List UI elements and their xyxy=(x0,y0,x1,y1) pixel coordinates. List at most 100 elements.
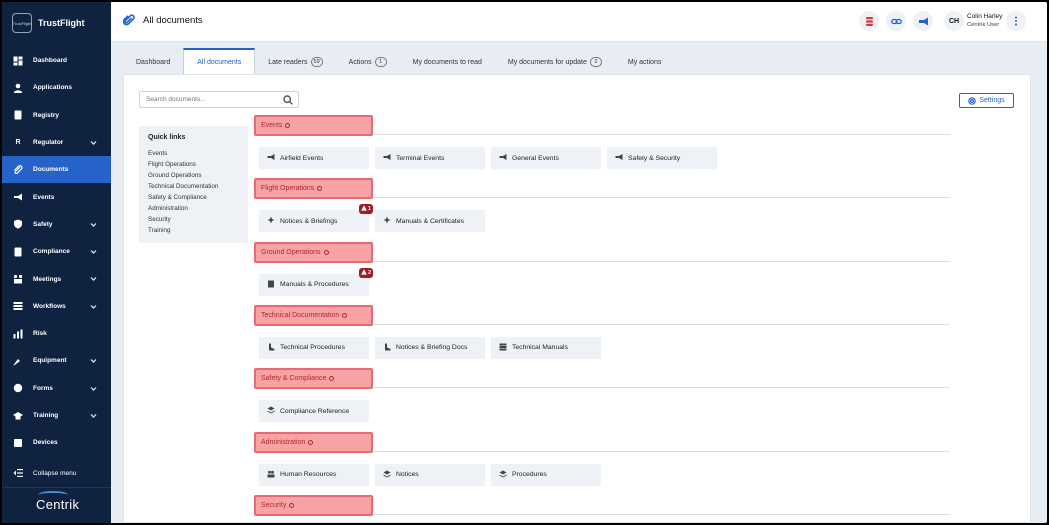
folder-chip-technical-manuals[interactable]: Technical Manuals xyxy=(491,336,601,359)
folder-chip-human-resources[interactable]: Human Resources xyxy=(259,463,369,486)
sidebar-item-label: Equipment xyxy=(33,357,67,365)
meetings-icon xyxy=(12,273,24,285)
stack-icon[interactable] xyxy=(859,11,879,31)
sidebar-item-documents[interactable]: Documents xyxy=(2,156,111,184)
sidebar-item-safety[interactable]: Safety xyxy=(2,211,111,238)
warning-badge: 1 xyxy=(359,204,374,215)
count-badge: 1 xyxy=(374,57,387,67)
section-title[interactable]: Security xyxy=(254,494,373,516)
centrik-logo-text: Centrik xyxy=(36,497,80,512)
section-title[interactable]: Ground Operations xyxy=(254,241,373,263)
risk-icon xyxy=(12,328,24,340)
quick-link-technical-documentation[interactable]: Technical Documentation xyxy=(148,181,239,192)
paperclip-icon xyxy=(123,14,135,26)
user-name: Colin Harley xyxy=(967,13,1003,20)
sidebar-item-devices[interactable]: Devices xyxy=(2,429,111,456)
brand-name: TrustFlight xyxy=(38,18,85,28)
chevron-down-icon xyxy=(90,275,97,282)
folder-chip-terminal-events[interactable]: Terminal Events xyxy=(375,147,485,169)
tab-my-documents-to-read[interactable]: My documents to read xyxy=(400,50,495,74)
quick-link-administration[interactable]: Administration xyxy=(148,203,239,214)
sidebar-item-label: Meetings xyxy=(33,275,62,283)
section-title[interactable]: Flight Operations xyxy=(254,178,373,200)
tab-bar: Dashboard All documents Late readers 59 Acti… xyxy=(123,48,674,74)
section-title[interactable]: Technical Documentation xyxy=(254,304,373,326)
sidebar-item-label: Safety xyxy=(33,220,53,228)
people-icon xyxy=(267,470,275,480)
chevron-down-icon xyxy=(90,248,97,255)
quick-link-events[interactable]: Events xyxy=(148,148,239,159)
settings-label: Settings xyxy=(979,97,1005,104)
tab-label: Actions xyxy=(348,58,372,66)
megaphone-icon xyxy=(12,191,24,203)
section-safety-and-compliance: Safety & Compliance xyxy=(254,368,950,390)
folder-chip-compliance-reference[interactable]: Compliance Reference xyxy=(259,400,369,423)
logo-arc xyxy=(38,491,68,499)
documents-panel: Settings Quick links EventsFlight Operat… xyxy=(123,74,1031,523)
sidebar-item-label: Compliance xyxy=(33,248,70,256)
folder-chip-notices-and-briefing-docs[interactable]: Notices & Briefing Docs xyxy=(375,336,485,359)
tab-dashboard[interactable]: Dashboard xyxy=(123,50,183,74)
sidebar-item-meetings[interactable]: Meetings xyxy=(2,265,111,292)
sidebar-item-events[interactable]: Events xyxy=(2,183,111,210)
section-title[interactable]: Administration xyxy=(254,431,373,453)
megaphone-icon xyxy=(383,153,391,163)
brand[interactable]: TrustFlight TrustFlight xyxy=(12,12,85,34)
building-icon xyxy=(267,280,275,290)
folder-chip-notices[interactable]: Notices xyxy=(375,463,485,486)
quick-link-flight-operations[interactable]: Flight Operations xyxy=(148,159,239,170)
folder-chip-safety-and-security[interactable]: Safety & Security xyxy=(607,147,717,169)
section-security: Security xyxy=(254,494,950,516)
settings-dot-icon xyxy=(342,312,348,318)
megaphone-icon[interactable] xyxy=(913,11,933,31)
sidebar-item-compliance[interactable]: Compliance xyxy=(2,238,111,265)
search-icon[interactable] xyxy=(283,95,293,105)
folder-chip-manuals-and-certificates[interactable]: Manuals & Certificates xyxy=(375,210,485,233)
megaphone-icon xyxy=(499,153,507,163)
search-box[interactable] xyxy=(139,91,299,108)
sidebar-item-equipment[interactable]: Equipment xyxy=(2,347,111,374)
chevron-down-icon xyxy=(90,357,97,364)
folder-chip-manuals-and-procedures[interactable]: Manuals & Procedures xyxy=(259,273,369,296)
layers-icon xyxy=(499,470,507,480)
folder-chip-notices-and-briefings[interactable]: Notices & Briefings xyxy=(259,210,369,233)
sidebar-item-label: Workflows xyxy=(33,302,66,310)
more-options-icon[interactable] xyxy=(1006,11,1026,31)
tab-my-actions[interactable]: My actions xyxy=(615,50,674,74)
sidebar-item-risk[interactable]: Risk xyxy=(2,320,111,347)
quick-link-security[interactable]: Security xyxy=(148,214,239,225)
sidebar-item-applications[interactable]: Applications xyxy=(2,74,111,101)
tab-all-documents[interactable]: All documents xyxy=(183,48,256,74)
settings-dot-icon xyxy=(329,376,335,382)
settings-button[interactable]: Settings xyxy=(959,93,1014,108)
folder-chip-procedures[interactable]: Procedures xyxy=(491,463,601,486)
warning-icon xyxy=(361,205,367,213)
collapse-menu-button[interactable]: Collapse menu xyxy=(12,467,76,479)
link-icon[interactable] xyxy=(886,11,906,31)
quick-link-training[interactable]: Training xyxy=(148,225,239,236)
folder-chip-airfield-events[interactable]: Airfield Events xyxy=(259,147,369,169)
search-input[interactable] xyxy=(146,96,276,103)
quick-link-ground-operations[interactable]: Ground Operations xyxy=(148,170,239,181)
tab-late-readers[interactable]: Late readers 59 xyxy=(255,50,335,74)
section-title-text: Administration xyxy=(261,438,306,446)
section-title[interactable]: Events xyxy=(254,115,373,136)
sidebar-item-regulator[interactable]: R Regulator xyxy=(2,129,111,156)
avatar[interactable]: CH xyxy=(944,11,964,31)
sidebar-item-registry[interactable]: Registry xyxy=(2,102,111,129)
folder-label: Safety & Security xyxy=(628,154,681,162)
folder-chip-technical-procedures[interactable]: Technical Procedures xyxy=(259,336,369,359)
sidebar-item-training[interactable]: Training xyxy=(2,402,111,429)
folder-chip-general-events[interactable]: General Events xyxy=(491,147,601,169)
quick-link-safety-and-compliance[interactable]: Safety & Compliance xyxy=(148,192,239,203)
regulator-icon: R xyxy=(15,139,21,147)
tab-my-documents-for-update[interactable]: My documents for update 2 xyxy=(495,50,615,74)
sidebar-item-dashboard[interactable]: Dashboard xyxy=(2,47,111,74)
section-title[interactable]: Safety & Compliance xyxy=(254,368,373,390)
sidebar-item-workflows[interactable]: Workflows xyxy=(2,293,111,320)
sidebar-item-forms[interactable]: Forms xyxy=(2,375,111,402)
tab-actions[interactable]: Actions 1 xyxy=(336,50,400,74)
section-administration: Administration xyxy=(254,431,950,453)
section-flight-operations: Flight Operations xyxy=(254,178,950,200)
sidebar-item-label: Events xyxy=(33,193,55,201)
